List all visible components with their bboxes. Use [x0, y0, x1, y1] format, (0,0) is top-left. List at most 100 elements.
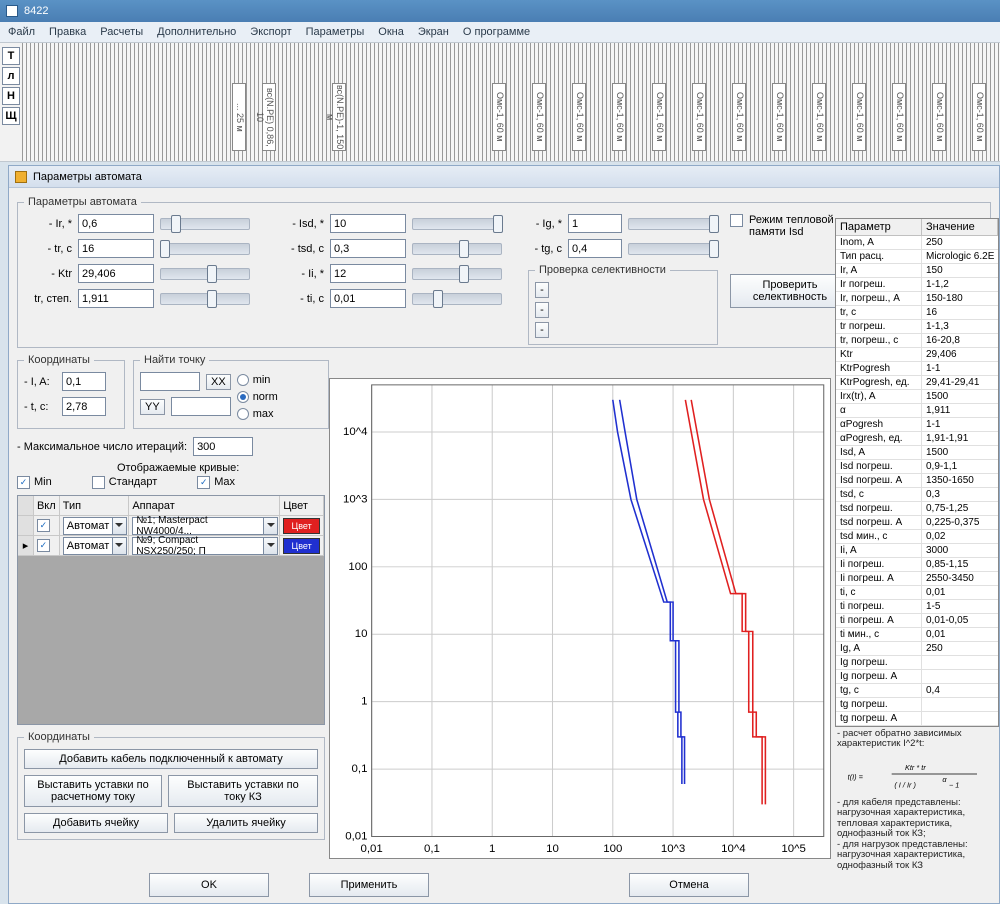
coord-fieldset: Координаты - I, A: - t, c: [17, 354, 125, 429]
tool-Т[interactable]: Т [2, 47, 20, 65]
IA-input[interactable] [62, 372, 106, 391]
maxiter-input[interactable] [193, 437, 253, 456]
rejim-checkbox[interactable] [730, 214, 743, 227]
find-y-input[interactable] [171, 397, 231, 416]
tr-input[interactable] [78, 239, 154, 258]
Isd-input[interactable] [330, 214, 406, 233]
type-combo[interactable]: Автомат [63, 517, 127, 535]
ruler-canvas[interactable]: ... 25 м вс(N.PE) 0,86, 10 вс(N.PE)-1, 150… [22, 43, 1000, 161]
radio-norm[interactable]: norm [237, 391, 278, 403]
dialog-title: Параметры автомата [33, 171, 142, 183]
ruler-mark[interactable]: Омс-1, 60 м [692, 83, 706, 151]
tool-л[interactable]: л [2, 67, 20, 85]
ok-button[interactable]: OK [149, 873, 269, 897]
yy-button[interactable]: YY [140, 399, 165, 415]
ruler-mark[interactable]: Омс-1, 60 м [812, 83, 826, 151]
trstep-slider[interactable] [160, 293, 250, 305]
tsd-input[interactable] [330, 239, 406, 258]
app-icon [6, 5, 18, 17]
Ii-slider[interactable] [412, 268, 502, 280]
tr-slider[interactable] [160, 243, 250, 255]
ruler-mark[interactable]: Омс-1, 60 м [572, 83, 586, 151]
param-row: Ii, A3000 [836, 544, 998, 558]
max-checkbox[interactable]: ✓ [197, 476, 210, 489]
ruler-mark[interactable]: Омс-1, 60 м [772, 83, 786, 151]
ruler-mark[interactable]: Омс-1, 60 м [932, 83, 946, 151]
ruler-mark[interactable]: Омс-1, 60 м [972, 83, 986, 151]
sel-dash-2[interactable]: - [535, 302, 549, 318]
menu-Правка[interactable]: Правка [49, 26, 86, 38]
param-row: Тип расц.Micrologic 6.2E [836, 250, 998, 264]
Ktr-slider[interactable] [160, 268, 250, 280]
ruler-mark[interactable]: Омс-1, 60 м [532, 83, 546, 151]
menu-Дополнительно[interactable]: Дополнительно [157, 26, 236, 38]
apparat-combo[interactable]: №1; Masterpact NW4000/4... [132, 517, 278, 535]
sel-dash-1[interactable]: - [535, 282, 549, 298]
add-cell-button[interactable]: Добавить ячейку [24, 813, 168, 833]
color-button[interactable]: Цвет [283, 518, 320, 534]
set-calc-current-button[interactable]: Выставить уставки по расчетному току [24, 775, 162, 807]
radio-min[interactable]: min [237, 374, 278, 386]
set-kz-current-button[interactable]: Выставить уставки по току КЗ [168, 775, 318, 807]
Ir-slider[interactable] [160, 218, 250, 230]
ruler-mark[interactable]: ... 25 м [232, 83, 246, 151]
check-selectivity-button[interactable]: Проверить селективность [730, 274, 850, 308]
trstep-input[interactable] [78, 289, 154, 308]
selectivity-check-legend: Проверка селективности [535, 264, 670, 276]
Isd-slider[interactable] [412, 218, 502, 230]
window-title: 8422 [24, 5, 48, 17]
ruler-mark[interactable]: Омс-1, 60 м [652, 83, 666, 151]
param-row: tg, c0,4 [836, 684, 998, 698]
svg-text:0,1: 0,1 [352, 763, 368, 775]
ruler-mark[interactable]: Омс-1, 60 м [612, 83, 626, 151]
Ig-slider[interactable] [628, 218, 718, 230]
menu-Файл[interactable]: Файл [8, 26, 35, 38]
Ir-input[interactable] [78, 214, 154, 233]
ti-slider[interactable] [412, 293, 502, 305]
menu-Экспорт[interactable]: Экспорт [250, 26, 291, 38]
ruler-mark[interactable]: Омс-1, 60 м [492, 83, 506, 151]
add-cable-button[interactable]: Добавить кабель подключенный к автомату [24, 749, 318, 769]
menu-Окна[interactable]: Окна [378, 26, 404, 38]
tg-input[interactable] [568, 239, 622, 258]
Ig-input[interactable] [568, 214, 622, 233]
apparat-combo[interactable]: №9; Compact NSX250/250; П [132, 537, 278, 555]
devices-grid[interactable]: ВклТипАппаратЦвет✓Автомат№1; Masterpact … [17, 495, 325, 725]
ti-input[interactable] [330, 289, 406, 308]
ruler-mark[interactable]: Омс-1, 60 м [852, 83, 866, 151]
ruler-mark[interactable]: вс(N.PE)-1, 150 м [332, 83, 346, 151]
notes2: - для кабеля представлены: нагрузочная х… [835, 796, 999, 873]
radio-max[interactable]: max [237, 408, 278, 420]
Ii-input[interactable] [330, 264, 406, 283]
tool-Щ[interactable]: Щ [2, 107, 20, 125]
menu-Экран[interactable]: Экран [418, 26, 449, 38]
cancel-button[interactable]: Отмена [629, 873, 749, 897]
Ktr-input[interactable] [78, 264, 154, 283]
apply-button[interactable]: Применить [309, 873, 429, 897]
table-row[interactable]: ✓ Автомат №1; Masterpact NW4000/4... Цвет [18, 516, 324, 536]
sel-dash-3[interactable]: - [535, 322, 549, 338]
ruler-mark[interactable]: Омс-1, 60 м [892, 83, 906, 151]
find-x-input[interactable] [140, 372, 200, 391]
menu-О программе[interactable]: О программе [463, 26, 530, 38]
color-button[interactable]: Цвет [283, 538, 320, 554]
row-vkl-checkbox[interactable]: ✓ [37, 539, 50, 552]
svg-text:0,1: 0,1 [424, 843, 440, 855]
ruler-mark[interactable]: Омс-1, 60 м [732, 83, 746, 151]
menu-Расчеты[interactable]: Расчеты [100, 26, 143, 38]
std-checkbox[interactable] [92, 476, 105, 489]
xx-button[interactable]: XX [206, 374, 231, 390]
table-row[interactable]: ▸✓Автомат№9; Compact NSX250/250; ПЦвет [18, 536, 324, 556]
delete-cell-button[interactable]: Удалить ячейку [174, 813, 318, 833]
tsd-slider[interactable] [412, 243, 502, 255]
menu-Параметры[interactable]: Параметры [306, 26, 365, 38]
tool-Н[interactable]: Н [2, 87, 20, 105]
type-combo[interactable]: Автомат [63, 537, 127, 555]
tc-input[interactable] [62, 397, 106, 416]
min-checkbox[interactable]: ✓ [17, 476, 30, 489]
tg-slider[interactable] [628, 243, 718, 255]
right-panel: ПараметрЗначениеInom, A250Тип расц.Micro… [835, 218, 999, 903]
svg-text:− 1: − 1 [949, 780, 959, 789]
ruler-mark[interactable]: вс(N.PE) 0,86, 10 [262, 83, 276, 151]
row-vkl-checkbox[interactable]: ✓ [37, 519, 50, 532]
